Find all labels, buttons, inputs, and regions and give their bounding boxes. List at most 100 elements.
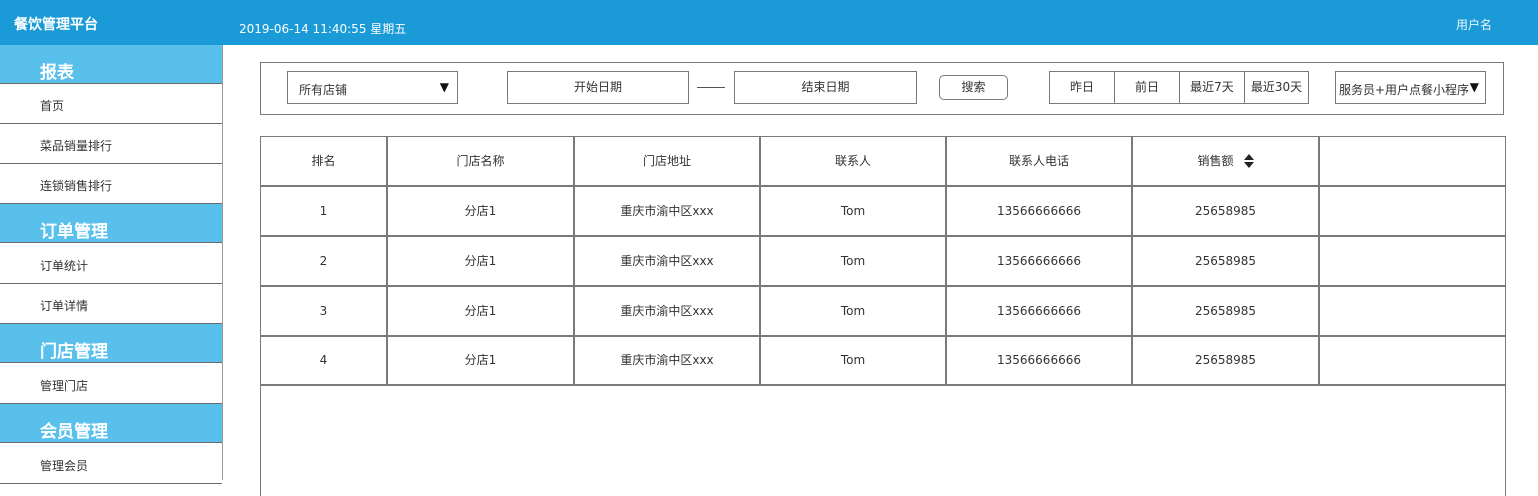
sidebar-item-manage-members[interactable]: 管理会员 xyxy=(0,444,222,484)
table-cell-rank: 1 xyxy=(261,187,388,237)
column-header-rank: 排名 xyxy=(261,137,388,187)
store-select-value: 所有店铺 xyxy=(299,83,348,97)
column-header-sales[interactable]: 销售额 xyxy=(1133,137,1320,187)
sidebar: 报表 首页 菜品销量排行 连锁销售排行 订单管理 订单统计 订单详情 门店管理 … xyxy=(0,45,223,484)
sidebar-section-title: 订单管理 xyxy=(40,222,108,242)
table-cell-store-address: 重庆市渝中区xxx xyxy=(575,187,761,237)
table-cell-store-address: 重庆市渝中区xxx xyxy=(575,337,761,386)
cell-value: 13566666666 xyxy=(997,204,1081,218)
column-header-contact: 联系人 xyxy=(761,137,947,187)
sidebar-section-reports: 报表 xyxy=(0,45,222,84)
end-date-input[interactable]: 结束日期 xyxy=(734,71,917,104)
cell-value: 重庆市渝中区xxx xyxy=(620,353,714,367)
column-header-label: 排名 xyxy=(311,154,336,168)
brand-title: 餐饮管理平台 xyxy=(14,17,98,33)
column-header-store-name: 门店名称 xyxy=(388,137,575,187)
column-header-extra xyxy=(1320,137,1505,187)
store-select[interactable]: 所有店铺 ▼ xyxy=(287,71,458,104)
triangle-down-icon: ▼ xyxy=(1469,80,1479,94)
table-cell-contact-phone: 13566666666 xyxy=(947,187,1133,237)
cell-value: 重庆市渝中区xxx xyxy=(620,304,714,318)
cell-value: 1 xyxy=(319,204,328,218)
table-cell-contact-phone: 13566666666 xyxy=(947,337,1133,386)
table-cell-rank: 4 xyxy=(261,337,388,386)
day-before-yesterday-button[interactable]: 前日 xyxy=(1114,71,1180,104)
sidebar-item-label: 首页 xyxy=(40,99,65,113)
sidebar-item-label: 菜品销量排行 xyxy=(40,139,113,153)
table-cell-rank: 2 xyxy=(261,237,388,287)
cell-value: 分店1 xyxy=(464,304,497,318)
start-date-input[interactable]: 开始日期 xyxy=(507,71,689,104)
sidebar-section-title: 报表 xyxy=(40,63,74,83)
sidebar-section-title: 会员管理 xyxy=(40,422,108,442)
cell-value: 25658985 xyxy=(1194,353,1257,367)
table-cell-sales: 25658985 xyxy=(1133,287,1320,337)
cell-value: 25658985 xyxy=(1194,204,1257,218)
sidebar-section-title: 门店管理 xyxy=(40,342,108,362)
search-button[interactable]: 搜索 xyxy=(939,75,1008,100)
sidebar-item-chain-sales-ranking[interactable]: 连锁销售排行 xyxy=(0,164,222,204)
sidebar-item-dish-sales-ranking[interactable]: 菜品销量排行 xyxy=(0,124,222,164)
table-cell-contact: Tom xyxy=(761,187,947,237)
table-cell-extra xyxy=(1320,337,1505,386)
cell-value: 分店1 xyxy=(464,254,497,268)
column-header-store-address: 门店地址 xyxy=(575,137,761,187)
table-cell-contact-phone: 13566666666 xyxy=(947,287,1133,337)
table-cell-store-name: 分店1 xyxy=(388,237,575,287)
table-cell-extra xyxy=(1320,287,1505,337)
date-range-separator xyxy=(697,87,725,88)
column-header-label: 门店地址 xyxy=(642,154,691,168)
cell-value: Tom xyxy=(840,304,866,318)
channel-select-value: 服务员+用户点餐小程序 xyxy=(1339,83,1470,97)
sidebar-item-manage-stores[interactable]: 管理门店 xyxy=(0,364,222,404)
sidebar-item-label: 订单统计 xyxy=(40,259,89,273)
yesterday-button[interactable]: 昨日 xyxy=(1049,71,1115,104)
column-header-label: 门店名称 xyxy=(456,154,505,168)
table-cell-extra xyxy=(1320,237,1505,287)
last-30-days-button[interactable]: 最近30天 xyxy=(1244,71,1309,104)
table-cell-extra xyxy=(1320,187,1505,237)
current-datetime: 2019-06-14 11:40:55 星期五 xyxy=(239,22,407,36)
table-cell-store-address: 重庆市渝中区xxx xyxy=(575,287,761,337)
sidebar-item-label: 管理门店 xyxy=(40,379,89,393)
column-header-label: 联系人电话 xyxy=(1008,154,1069,168)
cell-value: 分店1 xyxy=(464,204,497,218)
sidebar-section-orders: 订单管理 xyxy=(0,204,222,243)
table-cell-contact: Tom xyxy=(761,237,947,287)
table-cell-sales: 25658985 xyxy=(1133,337,1320,386)
sidebar-item-label: 管理会员 xyxy=(40,459,89,473)
triangle-down-icon: ▼ xyxy=(439,80,449,94)
table-cell-sales: 25658985 xyxy=(1133,237,1320,287)
last-7-days-button[interactable]: 最近7天 xyxy=(1179,71,1245,104)
table-cell-sales: 25658985 xyxy=(1133,187,1320,237)
sidebar-item-label: 连锁销售排行 xyxy=(40,179,113,193)
cell-value: 25658985 xyxy=(1194,254,1257,268)
table-cell-store-address: 重庆市渝中区xxx xyxy=(575,237,761,287)
channel-select[interactable]: 服务员+用户点餐小程序 ▼ xyxy=(1335,71,1486,104)
sidebar-section-stores: 门店管理 xyxy=(0,324,222,363)
cell-value: 13566666666 xyxy=(997,353,1081,367)
sidebar-item-home[interactable]: 首页 xyxy=(0,84,222,124)
username-link[interactable]: 用户名 xyxy=(1456,16,1492,33)
sidebar-section-members: 会员管理 xyxy=(0,404,222,443)
sidebar-item-label: 订单详情 xyxy=(40,299,89,313)
column-header-contact-phone: 联系人电话 xyxy=(947,137,1133,187)
sidebar-item-order-stats[interactable]: 订单统计 xyxy=(0,244,222,284)
cell-value: 重庆市渝中区xxx xyxy=(620,254,714,268)
table-cell-store-name: 分店1 xyxy=(388,287,575,337)
cell-value: Tom xyxy=(840,353,866,367)
column-header-label: 联系人 xyxy=(834,154,871,168)
table-cell-rank: 3 xyxy=(261,287,388,337)
top-bar: 餐饮管理平台 2019-06-14 11:40:55 星期五 用户名 xyxy=(0,0,1538,45)
cell-value: 13566666666 xyxy=(997,304,1081,318)
column-header-label: 销售额 xyxy=(1197,154,1234,168)
table-cell-store-name: 分店1 xyxy=(388,187,575,237)
cell-value: Tom xyxy=(840,254,866,268)
cell-value: 25658985 xyxy=(1194,304,1257,318)
table-cell-contact: Tom xyxy=(761,337,947,386)
cell-value: 分店1 xyxy=(464,353,497,367)
table-cell-contact: Tom xyxy=(761,287,947,337)
sort-icon[interactable] xyxy=(1243,153,1254,168)
sidebar-item-order-details[interactable]: 订单详情 xyxy=(0,284,222,324)
cell-value: 重庆市渝中区xxx xyxy=(620,204,714,218)
